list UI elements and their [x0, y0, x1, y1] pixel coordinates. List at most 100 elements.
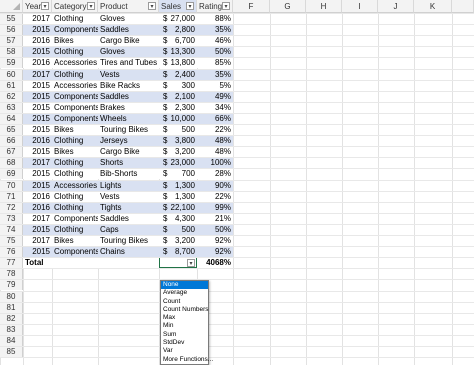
cell-sales[interactable]: 13,300: [169, 46, 197, 57]
filter-dropdown-icon[interactable]: ▾: [148, 2, 156, 10]
filter-dropdown-icon[interactable]: ▾: [87, 2, 95, 10]
cell-product[interactable]: Tights: [98, 202, 159, 213]
row-number[interactable]: 69: [0, 168, 23, 180]
cell-product[interactable]: Touring Bikes: [98, 124, 159, 135]
column-header-category[interactable]: Category ▾: [52, 0, 98, 13]
column-header-i[interactable]: I: [342, 0, 378, 13]
cell-sales[interactable]: 3,200: [169, 146, 197, 157]
dropdown-option[interactable]: Count Numbers: [161, 306, 209, 314]
cell-category[interactable]: Clothing: [52, 224, 98, 235]
cell-category[interactable]: Clothing: [52, 13, 98, 24]
row-number[interactable]: 58: [0, 46, 23, 58]
cell-year[interactable]: 2015: [23, 224, 52, 235]
cell-product[interactable]: Jerseys: [98, 135, 159, 146]
cell-sales[interactable]: 500: [169, 124, 197, 135]
cell-rating[interactable]: 88%: [197, 13, 233, 24]
cell-sales[interactable]: 10,000: [169, 113, 197, 124]
total-function-dropdown[interactable]: None Average Count Count Numbers Max Min Sum St…: [160, 280, 213, 365]
dropdown-option[interactable]: Max: [161, 314, 208, 322]
cell-product[interactable]: Tires and Tubes: [98, 57, 159, 68]
cell-sales[interactable]: 23,000: [169, 157, 197, 168]
cell-sales[interactable]: 22,100: [169, 202, 197, 213]
cell-product[interactable]: Vests: [98, 69, 159, 80]
cell-year[interactable]: 2015: [23, 124, 52, 135]
total-sales-cell[interactable]: ▾: [159, 257, 197, 269]
cell-sales[interactable]: 13,800: [169, 57, 197, 68]
cell-year[interactable]: 2015: [23, 46, 52, 57]
cell-rating[interactable]: 49%: [197, 91, 233, 102]
row-number[interactable]: 73: [0, 212, 23, 224]
row-number[interactable]: 56: [0, 24, 23, 36]
row-number[interactable]: 66: [0, 135, 23, 147]
dropdown-option[interactable]: None: [161, 281, 208, 290]
filter-dropdown-icon[interactable]: ▾: [222, 2, 230, 10]
cell-year[interactable]: 2015: [23, 168, 52, 179]
dropdown-option[interactable]: Min: [161, 322, 208, 330]
row-number[interactable]: 61: [0, 79, 23, 91]
cell-product[interactable]: Vests: [98, 191, 159, 202]
cell-year[interactable]: 2015: [23, 80, 52, 91]
cell-year[interactable]: 2017: [23, 157, 52, 168]
cell-year[interactable]: 2015: [23, 24, 52, 35]
cell-category[interactable]: Components: [52, 24, 98, 35]
cell-category[interactable]: Components: [52, 113, 98, 124]
cell-sales[interactable]: 1,300: [169, 191, 197, 202]
cell-product[interactable]: Gloves: [98, 13, 159, 24]
column-header-g[interactable]: G: [270, 0, 306, 13]
cell-rating[interactable]: 35%: [197, 24, 233, 35]
cell-category[interactable]: Clothing: [52, 69, 98, 80]
cell-sales[interactable]: 27,000: [169, 13, 197, 24]
cell-rating[interactable]: 35%: [197, 69, 233, 80]
cell-category[interactable]: Components: [52, 213, 98, 224]
cell-rating[interactable]: 99%: [197, 202, 233, 213]
dropdown-option[interactable]: Average: [161, 289, 208, 297]
cell-sales[interactable]: 3,200: [169, 235, 197, 246]
cell-rating[interactable]: 28%: [197, 168, 233, 179]
cell-sales[interactable]: 2,100: [169, 91, 197, 102]
dropdown-option[interactable]: Sum: [161, 331, 208, 339]
column-header-rating[interactable]: Rating ▾: [197, 0, 233, 13]
spreadsheet[interactable]: Year ▾ Category ▾ Product ▾ Sales ▾ Rating ▾ F G H I J…: [0, 0, 474, 365]
row-number[interactable]: 59: [0, 57, 23, 69]
cell-sales[interactable]: 8,700: [169, 246, 197, 257]
cell-product[interactable]: Cargo Bike: [98, 146, 159, 157]
cell-product[interactable]: Cargo Bike: [98, 35, 159, 46]
cell-category[interactable]: Accessories: [52, 180, 98, 191]
cell-rating[interactable]: 22%: [197, 191, 233, 202]
cell-year[interactable]: 2015: [23, 102, 52, 113]
row-number[interactable]: 75: [0, 235, 23, 246]
row-number[interactable]: 81: [0, 301, 23, 313]
dropdown-option[interactable]: More Functions...: [161, 356, 213, 364]
cell-sales[interactable]: 300: [169, 80, 197, 91]
cell-sales[interactable]: 500: [169, 224, 197, 235]
row-number[interactable]: 84: [0, 334, 23, 346]
cell-product[interactable]: Brakes: [98, 102, 159, 113]
dropdown-option[interactable]: StdDev: [161, 339, 208, 347]
row-number[interactable]: 72: [0, 201, 23, 213]
cell-rating[interactable]: 46%: [197, 35, 233, 46]
row-number[interactable]: 85: [0, 346, 23, 357]
cell-category[interactable]: Accessories: [52, 80, 98, 91]
row-number[interactable]: 62: [0, 90, 23, 102]
row-number[interactable]: 55: [0, 13, 23, 24]
cell-rating[interactable]: 22%: [197, 124, 233, 135]
column-header-product[interactable]: Product ▾: [98, 0, 159, 13]
cell-year[interactable]: 2016: [23, 135, 52, 146]
cell-year[interactable]: 2016: [23, 191, 52, 202]
row-number[interactable]: 63: [0, 101, 23, 113]
cell-category[interactable]: Bikes: [52, 146, 98, 157]
cell-year[interactable]: 2016: [23, 57, 52, 68]
row-number[interactable]: 64: [0, 112, 23, 124]
row-number[interactable]: 79: [0, 279, 23, 291]
cell-rating[interactable]: 50%: [197, 224, 233, 235]
cell-category[interactable]: Bikes: [52, 124, 98, 135]
cell-sales[interactable]: 3,800: [169, 135, 197, 146]
column-header-year[interactable]: Year ▾: [23, 0, 52, 13]
row-number[interactable]: 65: [0, 124, 23, 135]
cell-rating[interactable]: 92%: [197, 246, 233, 257]
column-header-sales[interactable]: Sales ▾: [159, 0, 197, 13]
cell-year[interactable]: 2016: [23, 202, 52, 213]
cell-sales[interactable]: 700: [169, 168, 197, 179]
cell-category[interactable]: Bikes: [52, 235, 98, 246]
cell-rating[interactable]: 85%: [197, 57, 233, 68]
